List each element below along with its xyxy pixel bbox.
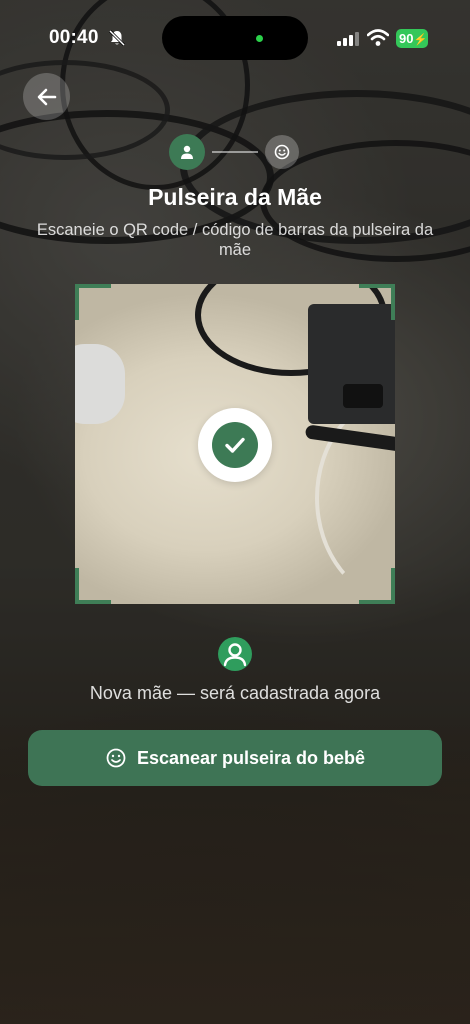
scan-corner-top-left [75,284,111,320]
person-icon [181,145,193,159]
battery-level: 90 [399,31,414,46]
status-time: 00:40 [49,27,99,48]
step-connector [212,151,258,153]
signal-icon [337,32,359,46]
step-mother [169,134,205,170]
smiley-icon [106,748,126,768]
page-subtitle: Escaneie o QR code / código de barras da… [36,221,434,259]
battery-charging-icon: 90⚡ [396,29,428,48]
camera-object [308,304,395,424]
dynamic-island [162,16,308,60]
arrow-left-icon [37,88,56,105]
scan-baby-button-label: Escanear pulseira do bebê [136,747,366,768]
scan-success-badge [198,408,272,482]
step-baby [265,135,299,169]
wifi-icon [367,29,389,46]
back-button[interactable] [23,73,70,120]
camera-object [75,344,125,424]
progress-stepper [0,134,470,170]
smiley-icon [274,144,290,160]
scan-area [75,284,395,604]
person-circle-icon [223,643,247,667]
status-bar: 00:40 90⚡ [0,0,470,78]
mother-avatar [218,637,252,671]
scan-baby-bracelet-button[interactable]: Escanear pulseira do bebê [28,730,442,786]
scan-corner-top-right [359,284,395,320]
mother-status-text: Nova mãe — será cadastrada agora [89,683,381,703]
checkmark-icon [225,437,245,453]
scan-corner-bottom-right [359,568,395,604]
camera-indicator-dot [256,35,263,42]
page-title: Pulseira da Mãe [148,184,322,210]
bell-slash-icon [108,29,126,47]
scan-corner-bottom-left [75,568,111,604]
